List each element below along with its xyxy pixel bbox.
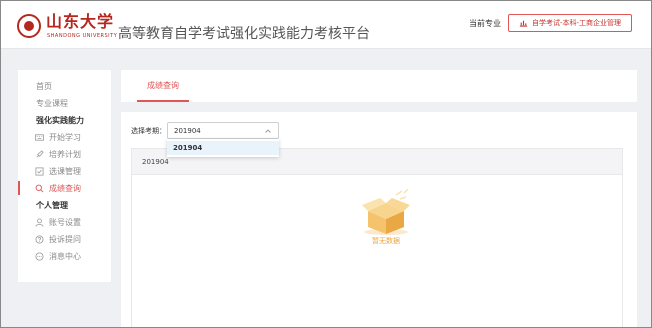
chevron-up-icon xyxy=(264,127,272,135)
score-table: 201904 暂无数据 xyxy=(131,148,623,327)
sidebar-item-home[interactable]: 首页 xyxy=(18,79,111,93)
chart-icon xyxy=(519,18,528,29)
university-logo-en: SHANDONG UNIVERSITY xyxy=(47,33,118,39)
sidebar-item-messages[interactable]: 消息中心 xyxy=(18,249,111,263)
main-content: 选择考期： 201904 201904 201904 暂无数据 xyxy=(121,112,637,327)
rocket-icon xyxy=(35,149,44,159)
sidebar-item-label: 专业课程 xyxy=(36,98,68,108)
tab-score-query[interactable]: 成绩查询 xyxy=(137,70,189,102)
sidebar-group-personal: 个人管理 xyxy=(18,198,111,212)
sidebar-item-account-settings[interactable]: 账号设置 xyxy=(18,215,111,229)
sidebar-item-start-learning[interactable]: 开始学习 xyxy=(18,130,111,144)
sidebar-item-training-plan[interactable]: 培养计划 xyxy=(18,147,111,161)
header: 山东大学 SHANDONG UNIVERSITY 高等教育自学考试强化实践能力考… xyxy=(1,1,651,49)
keyboard-icon xyxy=(35,133,44,142)
sidebar-item-label: 消息中心 xyxy=(49,251,81,261)
sidebar-item-complaints[interactable]: 投诉提问 xyxy=(18,232,111,246)
current-major-button[interactable]: 自学考试-本科-工商企业管理 xyxy=(508,14,632,32)
exam-period-label: 选择考期： xyxy=(131,127,166,135)
user-icon xyxy=(35,217,44,227)
app-window: 山东大学 SHANDONG UNIVERSITY 高等教育自学考试强化实践能力考… xyxy=(0,0,652,328)
sidebar: 首页 专业课程 强化实践能力 开始学习 培养计划 选课管理 成绩查询 个人管理 … xyxy=(18,70,111,282)
sidebar-item-label: 投诉提问 xyxy=(49,234,81,244)
empty-box-icon xyxy=(362,189,410,235)
search-icon xyxy=(35,184,44,193)
platform-title: 高等教育自学考试强化实践能力考核平台 xyxy=(118,26,370,42)
empty-state-text: 暂无数据 xyxy=(372,237,400,245)
sidebar-item-label: 培养计划 xyxy=(49,149,81,159)
sidebar-group-label: 强化实践能力 xyxy=(36,115,84,125)
sidebar-item-label: 首页 xyxy=(36,81,52,91)
sidebar-item-score-query[interactable]: 成绩查询 xyxy=(18,181,111,195)
current-major-value: 自学考试-本科-工商企业管理 xyxy=(531,19,622,27)
exam-period-select[interactable]: 201904 xyxy=(167,122,279,139)
sidebar-item-label: 账号设置 xyxy=(49,217,81,227)
sidebar-group-practice: 强化实践能力 xyxy=(18,113,111,127)
help-icon xyxy=(35,234,44,244)
sidebar-group-label: 个人管理 xyxy=(36,200,68,210)
sidebar-item-course-selection[interactable]: 选课管理 xyxy=(18,164,111,178)
checkbox-icon xyxy=(35,166,44,176)
sidebar-item-label: 成绩查询 xyxy=(49,183,81,193)
exam-period-dropdown: 201904 xyxy=(167,139,279,157)
sidebar-item-courses[interactable]: 专业课程 xyxy=(18,96,111,110)
tab-bar: 成绩查询 xyxy=(121,70,637,102)
sidebar-item-label: 选课管理 xyxy=(49,166,81,176)
sidebar-item-label: 开始学习 xyxy=(49,132,81,142)
message-icon xyxy=(35,251,44,261)
current-major-label: 当前专业 xyxy=(469,19,501,28)
exam-period-value: 201904 xyxy=(174,126,201,135)
dropdown-option[interactable]: 201904 xyxy=(167,141,279,155)
university-seal-logo xyxy=(17,14,41,38)
university-logo-text: 山东大学 xyxy=(46,12,115,31)
